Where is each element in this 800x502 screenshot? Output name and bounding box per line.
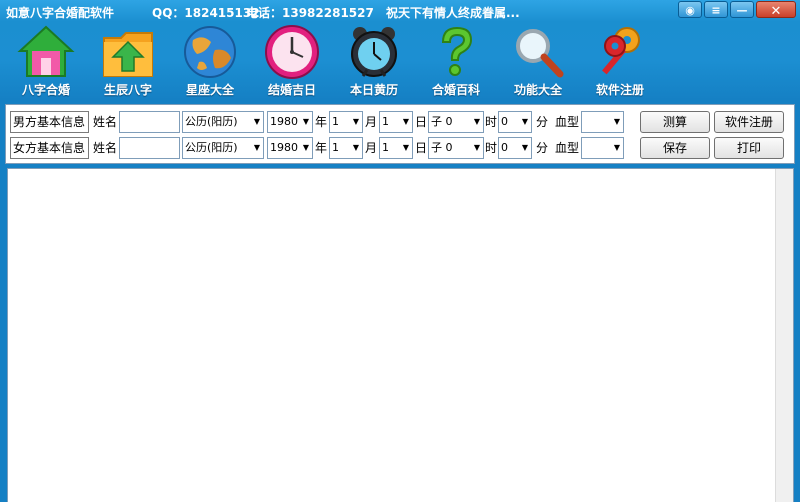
window-controls: ◉ ≡ — ✕	[678, 1, 796, 19]
tool-label: 生辰八字	[103, 83, 152, 97]
contact-phone: 电话：13982281527	[246, 6, 374, 20]
minimize-icon: —	[736, 4, 748, 17]
tool-label: 本日黄历	[349, 83, 398, 97]
tool-label: 软件注册	[595, 83, 644, 97]
question-icon	[441, 26, 473, 76]
year-unit-label: 年	[315, 115, 328, 129]
female-minute-select[interactable]: 0	[498, 137, 532, 159]
slogan: 祝天下有情人终成眷属...	[386, 6, 520, 20]
info-form: 男方基本信息 姓名 公历(阳历) 1980 年 1 月 1 日 子 0 时 0 …	[5, 104, 795, 164]
hour-unit-label: 时	[485, 115, 498, 129]
hour-unit-label: 时	[485, 141, 498, 155]
male-year-select[interactable]: 1980	[267, 111, 313, 133]
tool-bazi-hehun[interactable]: 八字合婚	[6, 22, 86, 100]
vertical-scrollbar[interactable]	[775, 169, 793, 502]
minute-unit-label: 分	[536, 115, 549, 129]
female-name-input[interactable]	[119, 137, 180, 159]
blood-label: 血型	[555, 141, 580, 155]
folder-up-icon	[103, 32, 153, 77]
tool-gongneng-daquan[interactable]: 功能大全	[498, 22, 578, 100]
globe-icon	[184, 26, 236, 78]
tool-benri-huangli[interactable]: 本日黄历	[334, 22, 414, 100]
name-label: 姓名	[93, 115, 118, 129]
clock-icon	[265, 25, 319, 79]
blood-label: 血型	[555, 115, 580, 129]
keys-icon	[602, 27, 640, 75]
close-icon: ✕	[770, 4, 782, 19]
contact-qq: QQ：182415132	[152, 6, 260, 20]
male-hour-select[interactable]: 子 0	[428, 111, 484, 133]
alarm-clock-icon	[351, 27, 397, 77]
window-title: 如意八字合婚配软件	[6, 6, 115, 20]
month-unit-label: 月	[365, 141, 378, 155]
close-button[interactable]: ✕	[756, 1, 796, 18]
result-panel[interactable]	[7, 168, 794, 502]
male-month-select[interactable]: 1	[329, 111, 363, 133]
year-unit-label: 年	[315, 141, 328, 155]
skin-button[interactable]: ◉	[678, 1, 702, 18]
male-info-row: 男方基本信息 姓名 公历(阳历) 1980 年 1 月 1 日 子 0 时 0 …	[6, 111, 794, 135]
menu-button[interactable]: ≡	[704, 1, 728, 18]
tool-label: 星座大全	[185, 83, 234, 97]
female-info-row: 女方基本信息 姓名 公历(阳历) 1980 年 1 月 1 日 子 0 时 0 …	[6, 137, 794, 161]
calculate-button[interactable]: 测算	[640, 111, 710, 133]
menu-icon: ≡	[711, 4, 721, 17]
print-button[interactable]: 打印	[714, 137, 784, 159]
tool-label: 合婚百科	[431, 83, 480, 97]
month-unit-label: 月	[365, 115, 378, 129]
female-month-select[interactable]: 1	[329, 137, 363, 159]
female-day-select[interactable]: 1	[379, 137, 413, 159]
male-calendar-select[interactable]: 公历(阳历)	[182, 111, 264, 133]
female-calendar-select[interactable]: 公历(阳历)	[182, 137, 264, 159]
tool-label: 八字合婚	[21, 83, 70, 97]
male-name-input[interactable]	[119, 111, 180, 133]
day-unit-label: 日	[415, 141, 428, 155]
female-hour-select[interactable]: 子 0	[428, 137, 484, 159]
minimize-button[interactable]: —	[730, 1, 754, 18]
male-minute-select[interactable]: 0	[498, 111, 532, 133]
male-info-tag: 男方基本信息	[10, 111, 89, 133]
day-unit-label: 日	[415, 115, 428, 129]
tool-shengchen-bazi[interactable]: 生辰八字	[88, 22, 168, 100]
tool-hehun-baike[interactable]: 合婚百科	[416, 22, 496, 100]
register-button[interactable]: 软件注册	[714, 111, 784, 133]
magnifier-icon	[516, 29, 564, 78]
house-icon	[17, 25, 75, 77]
save-button[interactable]: 保存	[640, 137, 710, 159]
minute-unit-label: 分	[536, 141, 549, 155]
name-label: 姓名	[93, 141, 118, 155]
tool-ruanjian-zhuce[interactable]: 软件注册	[580, 22, 660, 100]
title-bar: 如意八字合婚配软件 QQ：182415132 电话：13982281527 祝天…	[0, 0, 800, 22]
female-year-select[interactable]: 1980	[267, 137, 313, 159]
tool-label: 功能大全	[513, 83, 562, 97]
tool-label: 结婚吉日	[267, 83, 316, 97]
speech-bubble-icon: ◉	[685, 4, 695, 17]
app-window: 如意八字合婚配软件 QQ：182415132 电话：13982281527 祝天…	[0, 0, 800, 502]
female-info-tag: 女方基本信息	[10, 137, 89, 159]
female-blood-select[interactable]	[581, 137, 624, 159]
tool-jiehun-jiri[interactable]: 结婚吉日	[252, 22, 332, 100]
tool-xingzuo-daquan[interactable]: 星座大全	[170, 22, 250, 100]
male-blood-select[interactable]	[581, 111, 624, 133]
male-day-select[interactable]: 1	[379, 111, 413, 133]
toolbar: 八字合婚 生辰八字 星座大全 结婚吉日 本日黄历 合婚百科 功能大全 软件注册	[0, 22, 660, 100]
